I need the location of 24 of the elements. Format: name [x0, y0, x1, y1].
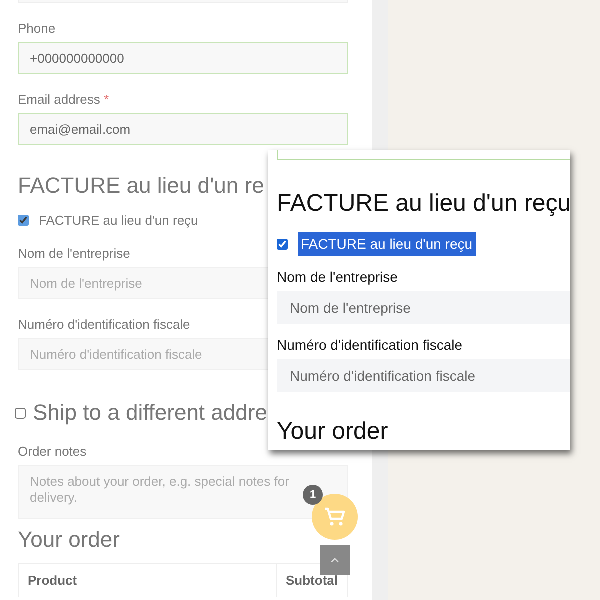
input-field[interactable]: +000000000000 [18, 42, 348, 74]
checkbox[interactable] [277, 238, 288, 250]
column-header: Product [27, 572, 78, 590]
checkbox[interactable] [15, 408, 26, 418]
input-field[interactable] [277, 150, 570, 160]
field-label: Phone [18, 21, 57, 36]
checkbox-label[interactable]: FACTURE au lieu d'un reçu [298, 232, 476, 256]
caret-icon [330, 556, 340, 564]
input-field[interactable]: Nom de l'entreprise [277, 291, 570, 324]
field-label: Order notes [18, 444, 88, 459]
checkbox[interactable] [18, 215, 29, 226]
field-label: Numéro d'identification fiscale [18, 317, 192, 332]
section-heading: Ship to a different addre [33, 400, 268, 426]
input-field[interactable]: Numéro d'identification fiscale [277, 359, 570, 392]
input-field[interactable]: emai@email.com [18, 113, 348, 145]
field-label: Email address * [18, 92, 110, 107]
section-heading: Your order [277, 418, 390, 446]
required-mark: * [104, 92, 110, 107]
field-label: Nom de l'entreprise [18, 246, 132, 261]
section-heading: Your order [18, 527, 121, 553]
cart-icon [323, 505, 347, 529]
checkbox-label[interactable]: FACTURE au lieu d'un reçu [39, 213, 198, 228]
section-heading: FACTURE au lieu d'un reçu [277, 190, 570, 218]
section-heading: FACTURE au lieu d'un re [18, 173, 266, 199]
